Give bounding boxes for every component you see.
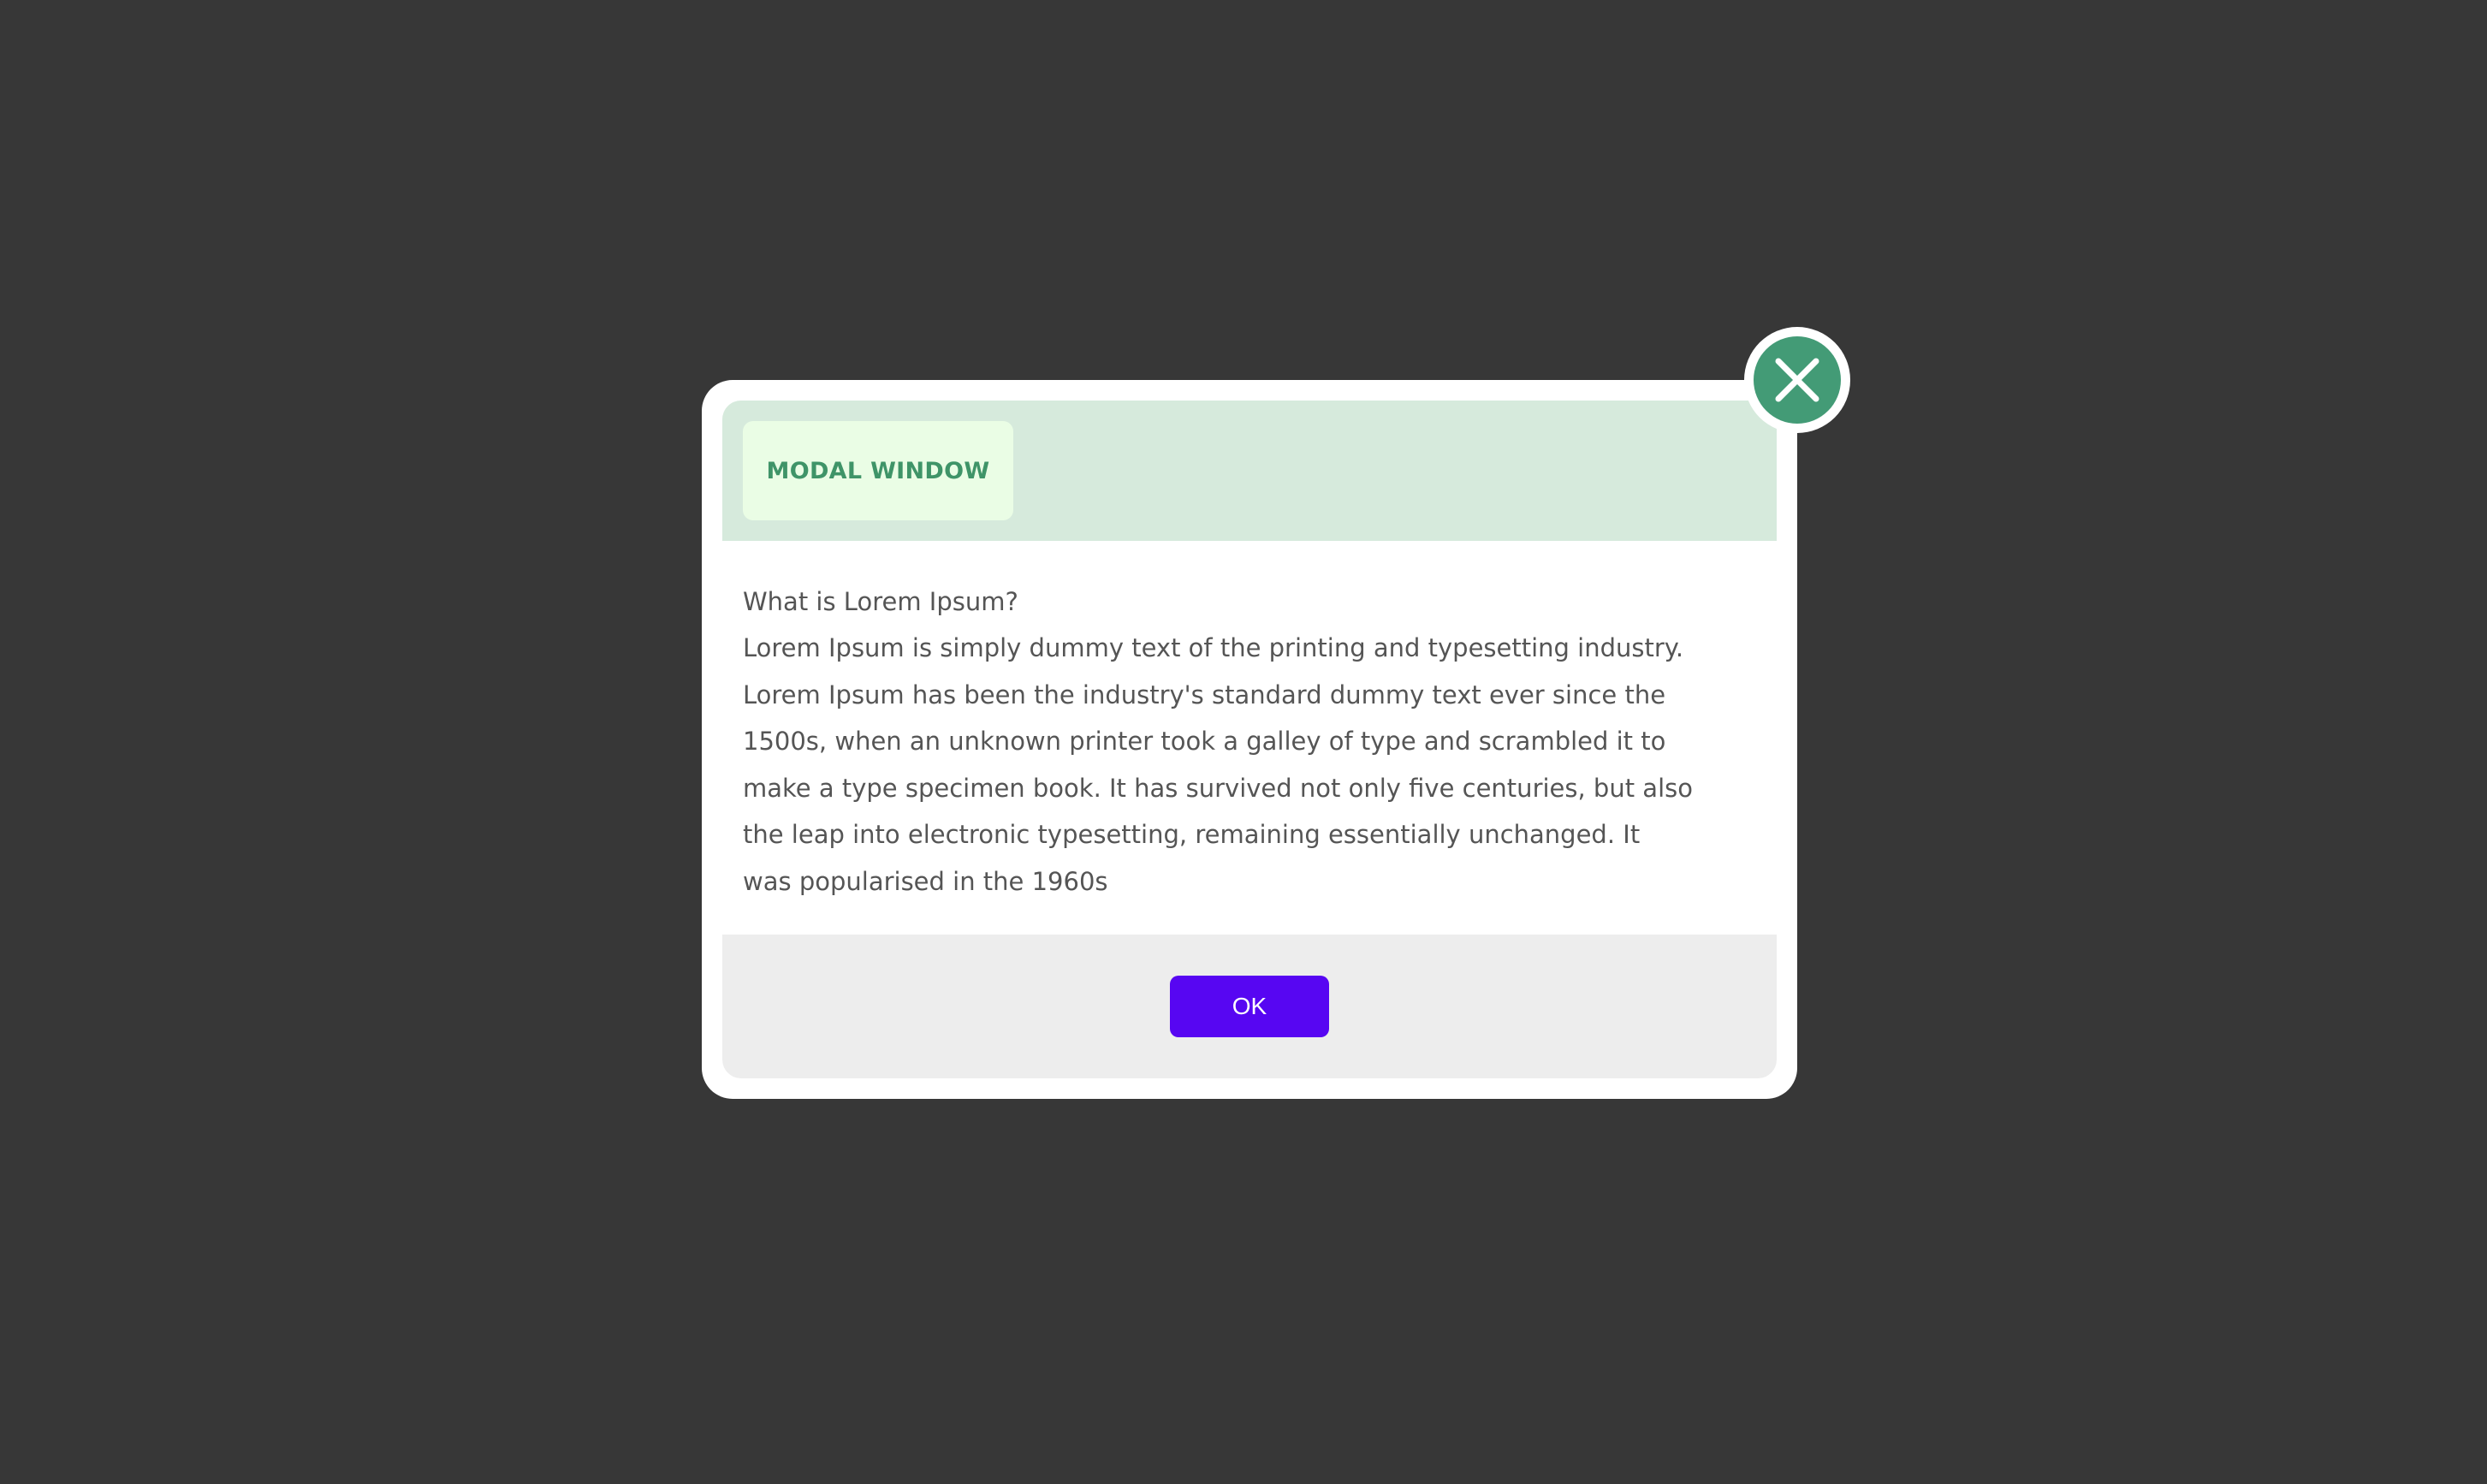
body-text: Lorem Ipsum is simply dummy text of the … [743,633,1693,896]
close-button-circle [1754,336,1841,424]
close-button[interactable] [1744,327,1850,433]
ok-button[interactable]: OK [1170,976,1329,1037]
modal-title: MODAL WINDOW [766,457,990,484]
modal-title-box: MODAL WINDOW [743,421,1013,520]
body-heading: What is Lorem Ipsum? [743,587,1018,616]
modal-body: What is Lorem Ipsum? Lorem Ipsum is simp… [722,541,1777,935]
modal-header: MODAL WINDOW [722,401,1777,541]
modal-footer: OK [722,935,1777,1078]
modal-window: MODAL WINDOW What is Lorem Ipsum? Lorem … [702,380,1797,1099]
close-icon [1775,358,1819,402]
